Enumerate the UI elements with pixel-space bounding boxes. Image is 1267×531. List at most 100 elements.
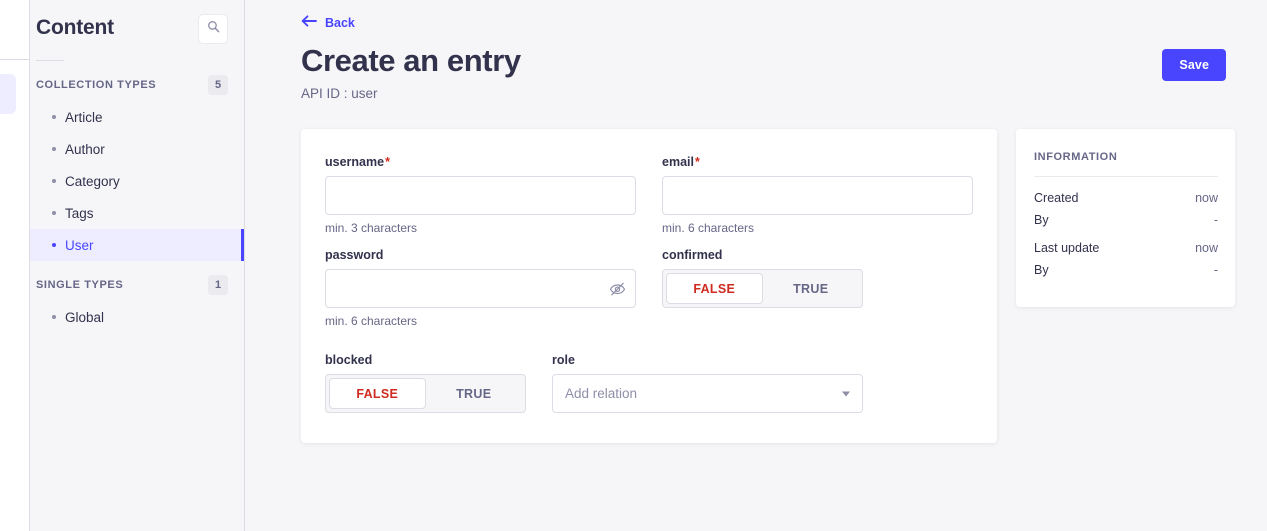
api-id-subtitle: API ID : user [301, 86, 378, 101]
field-label-text: email [662, 155, 694, 169]
field-label: password [325, 248, 636, 262]
sidebar-item-category[interactable]: Category [30, 165, 244, 197]
information-value: now [1195, 191, 1218, 205]
rail-divider [0, 59, 30, 60]
back-link[interactable]: Back [301, 15, 355, 30]
information-key: By [1034, 213, 1049, 227]
main-content: Back Create an entry API ID : user Save … [245, 0, 1267, 531]
role-placeholder: Add relation [565, 386, 638, 401]
form-row-2: password min. 6 characters confirmed FAL… [325, 248, 973, 328]
information-key: Created [1034, 191, 1079, 205]
role-relation-select[interactable]: Add relation [552, 374, 863, 413]
page-title: Create an entry [301, 43, 521, 78]
save-button[interactable]: Save [1162, 49, 1226, 81]
sidebar-group-count: 5 [208, 75, 228, 95]
sidebar-header: Content [30, 0, 244, 44]
field-hint: min. 6 characters [662, 221, 755, 235]
sidebar-group-count: 1 [208, 275, 228, 295]
field-label: blocked [325, 353, 526, 367]
information-key: Last update [1034, 241, 1100, 255]
sidebar-item-article[interactable]: Article [30, 101, 244, 133]
information-card: INFORMATION Created now By - Last update… [1016, 129, 1235, 307]
bullet-icon [52, 115, 56, 119]
content-types-sidebar: Content COLLECTION TYPES 5 Article Autho… [30, 0, 245, 531]
page-header: Back Create an entry API ID : user Save [245, 0, 1267, 101]
sidebar-group-label: SINGLE TYPES [36, 279, 124, 291]
field-label-text: confirmed [662, 248, 723, 262]
sidebar-list-collection-types: Article Author Category Tags User [30, 101, 244, 261]
sidebar-item-label: User [65, 237, 94, 253]
search-button[interactable] [198, 14, 228, 44]
field-label: email * [662, 155, 973, 169]
required-marker: * [385, 155, 390, 169]
blocked-option-false[interactable]: FALSE [329, 378, 426, 409]
sidebar-group-label: COLLECTION TYPES [36, 79, 157, 91]
bullet-icon [52, 211, 56, 215]
field-email: email * min. 6 characters [662, 155, 973, 235]
bullet-icon [52, 147, 56, 151]
entry-form-card: username * min. 3 characters email * min… [301, 129, 997, 443]
information-value: - [1213, 213, 1218, 227]
information-value: now [1195, 241, 1218, 255]
information-row-last-update: Last update now [1034, 241, 1218, 255]
sidebar-item-user[interactable]: User [30, 229, 244, 261]
sidebar-list-single-types: Global [30, 301, 244, 333]
username-input[interactable] [325, 176, 636, 215]
email-input[interactable] [662, 176, 973, 215]
form-row-1: username * min. 3 characters email * min… [325, 155, 973, 235]
sidebar-item-label: Category [65, 173, 120, 189]
field-label-text: username [325, 155, 385, 169]
bullet-icon [52, 315, 56, 319]
rail-active-item[interactable] [0, 74, 16, 114]
sidebar-item-author[interactable]: Author [30, 133, 244, 165]
information-row-last-update-by: By - [1034, 263, 1218, 277]
information-row-created: Created now [1034, 191, 1218, 205]
required-marker: * [694, 155, 700, 169]
bullet-icon [52, 243, 56, 247]
arrow-left-icon [301, 15, 317, 30]
app-window: Content COLLECTION TYPES 5 Article Autho… [0, 0, 1267, 531]
password-input-wrap [325, 269, 636, 308]
eye-slash-icon [609, 281, 626, 296]
back-label: Back [325, 15, 355, 30]
sidebar-item-label: Tags [65, 205, 94, 221]
blocked-option-true[interactable]: TRUE [426, 378, 523, 409]
field-hint: min. 6 characters [325, 314, 418, 328]
field-role: role Add relation [552, 353, 863, 413]
information-divider [1034, 176, 1218, 177]
information-title: INFORMATION [1034, 151, 1118, 163]
field-label-text: blocked [325, 353, 373, 367]
sidebar-item-label: Author [65, 141, 105, 157]
information-value: - [1213, 263, 1218, 277]
field-label-text: password [325, 248, 384, 262]
field-label: confirmed [662, 248, 863, 262]
sidebar-item-label: Global [65, 309, 105, 325]
field-password: password min. 6 characters [325, 248, 636, 328]
information-row-created-by: By - [1034, 213, 1218, 227]
field-label: role [552, 353, 863, 367]
sidebar-title: Content [36, 16, 114, 39]
sidebar-group-collection-types: COLLECTION TYPES 5 [30, 61, 244, 95]
field-username: username * min. 3 characters [325, 155, 636, 235]
sidebar-item-tags[interactable]: Tags [30, 197, 244, 229]
form-row-3: blocked FALSE TRUE role Add relation [325, 353, 973, 413]
field-hint: min. 3 characters [325, 221, 418, 235]
field-label-text: role [552, 353, 575, 367]
field-label: username * [325, 155, 636, 169]
sidebar-group-single-types: SINGLE TYPES 1 [30, 261, 244, 295]
confirmed-toggle: FALSE TRUE [662, 269, 863, 308]
blocked-toggle: FALSE TRUE [325, 374, 526, 413]
confirmed-option-true[interactable]: TRUE [763, 273, 860, 304]
sidebar-item-global[interactable]: Global [30, 301, 244, 333]
search-icon [207, 20, 220, 38]
password-input[interactable] [325, 269, 636, 308]
bullet-icon [52, 179, 56, 183]
information-key: By [1034, 263, 1049, 277]
field-blocked: blocked FALSE TRUE [325, 353, 526, 413]
field-confirmed: confirmed FALSE TRUE [662, 248, 863, 328]
content-body: username * min. 3 characters email * min… [245, 101, 1267, 443]
chevron-down-icon [842, 391, 850, 396]
sidebar-item-label: Article [65, 109, 103, 125]
confirmed-option-false[interactable]: FALSE [666, 273, 763, 304]
password-visibility-toggle[interactable] [609, 281, 626, 296]
